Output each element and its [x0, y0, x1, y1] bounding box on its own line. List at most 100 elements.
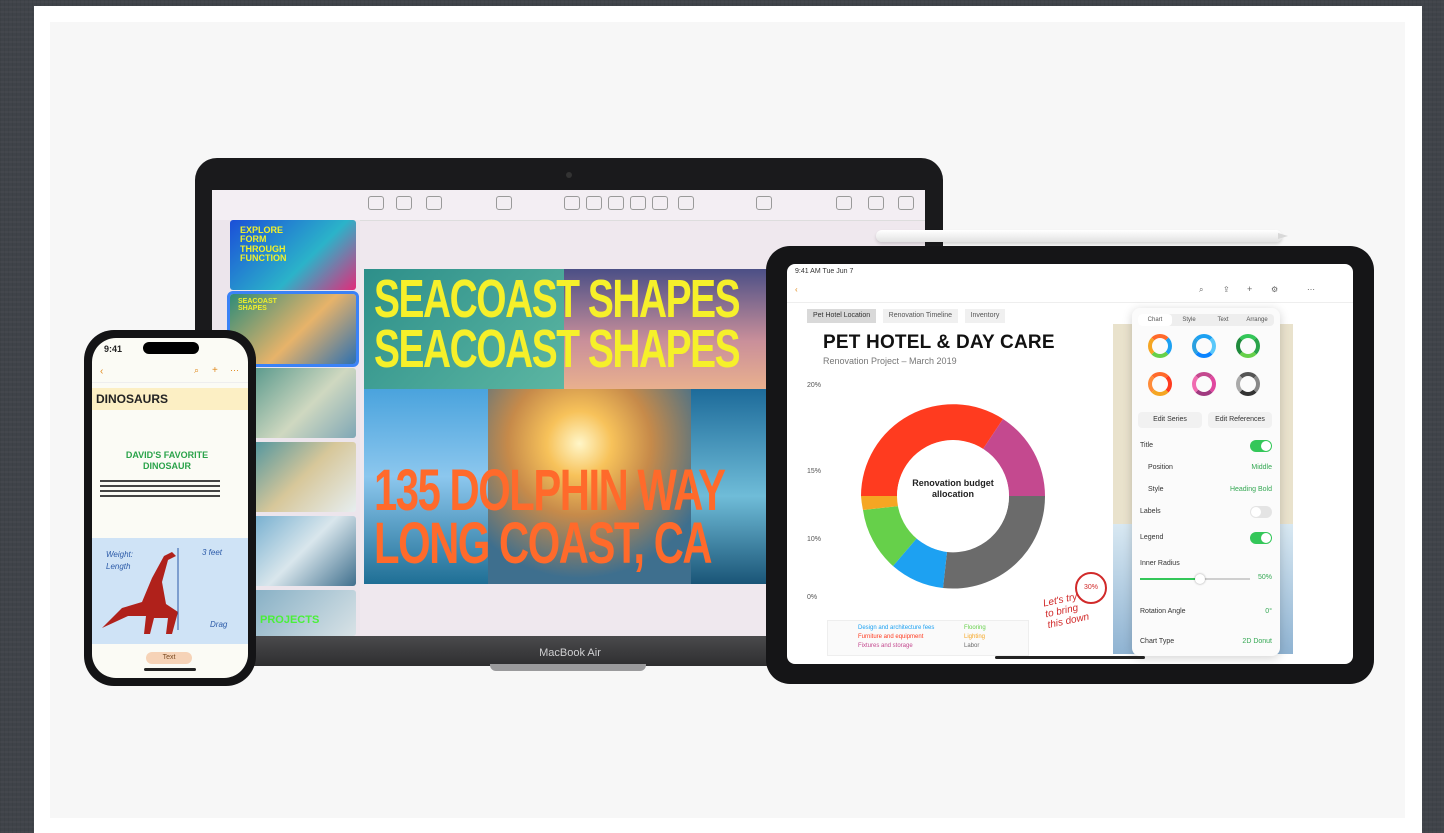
body-text-lines [100, 480, 220, 482]
sheet-subtitle: Renovation Project – March 2019 [823, 356, 957, 366]
chart-style-swatch[interactable] [1192, 372, 1216, 396]
numbers-toolbar: ‹ ⌕ ⇪ + ⚙ ⋯ [787, 280, 1353, 303]
view-icon[interactable] [368, 196, 384, 210]
add-slide-icon[interactable] [426, 196, 442, 210]
legend-toggle[interactable] [1250, 532, 1272, 544]
inner-radius-label: Inner Radius [1140, 560, 1180, 567]
rotation-angle-value[interactable]: 0° [1265, 608, 1272, 615]
hand-note: Length [106, 562, 131, 571]
text-icon[interactable] [608, 196, 624, 210]
chart-style-swatch[interactable] [1192, 334, 1216, 358]
search-icon[interactable]: ⌕ [194, 365, 199, 376]
slider-thumb[interactable] [1195, 574, 1205, 584]
donut-center-label: Renovation budget allocation [912, 478, 994, 499]
illustration-panel: Weight: 3 feet Drag Length [92, 538, 248, 644]
tab-chart[interactable]: Chart [1138, 314, 1172, 326]
y-tick-label: 20% [807, 382, 822, 389]
thumbnail-text: SEACOAST SHAPES [238, 298, 277, 313]
chart-style-swatch[interactable] [1148, 372, 1172, 396]
slide-headline-bottom: 135 DOLPHIN WAY LONG COAST, CA [374, 458, 726, 577]
text-format-pill[interactable]: Text [146, 652, 192, 664]
inner-radius-slider[interactable] [1140, 574, 1250, 584]
legend-item: Design and architecture fees [858, 625, 935, 631]
legend-item: Labor [964, 643, 980, 649]
hand-note: Drag [210, 620, 228, 629]
handwritten-note: Let's try to bring this down [1042, 591, 1091, 632]
labels-row-label: Labels [1140, 508, 1161, 515]
format-icon[interactable] [836, 196, 852, 210]
tab-style[interactable]: Style [1172, 314, 1206, 326]
format-inspector: Chart Style Text Arrange Edit Series Edi… [1132, 308, 1280, 656]
slide-thumbnail[interactable]: EXPLORE FORM THROUGH FUNCTION [230, 220, 356, 290]
chart-style-swatch[interactable] [1236, 372, 1260, 396]
thumbnail-text: EXPLORE FORM THROUGH FUNCTION [240, 225, 287, 264]
sheet-title: PET HOTEL & DAY CARE [823, 332, 1055, 353]
more-icon[interactable]: ⋯ [1307, 285, 1315, 294]
position-row-label: Position [1148, 464, 1173, 471]
keynote-toolbar [212, 190, 925, 221]
status-time: 9:41 [104, 344, 123, 354]
slide-headline-top: SEACOAST SHAPES SEACOAST SHAPES [374, 269, 741, 379]
macbook-notch [490, 664, 646, 671]
title-toggle[interactable] [1250, 440, 1272, 452]
tab-arrange[interactable]: Arrange [1240, 314, 1274, 326]
home-indicator [144, 668, 196, 671]
tab-pet-hotel-location[interactable]: Pet Hotel Location [807, 309, 877, 323]
document-title: DINOSAURS [96, 392, 169, 406]
tab-text[interactable]: Text [1206, 314, 1240, 326]
thumbnail-text: PROJECTS [260, 614, 320, 626]
table-icon[interactable] [564, 196, 580, 210]
slide-canvas[interactable]: SEACOAST SHAPES SEACOAST SHAPES 135 DOLP… [364, 269, 767, 584]
legend-item: Lighting [964, 634, 986, 640]
y-tick-label: 15% [807, 468, 822, 475]
title-row-label: Title [1140, 442, 1153, 449]
sheet-tabs: Pet Hotel Location Renovation Timeline I… [807, 304, 1067, 323]
rotation-angle-label: Rotation Angle [1140, 608, 1186, 615]
collaborate-icon[interactable] [756, 196, 772, 210]
tab-renovation-timeline[interactable]: Renovation Timeline [882, 309, 959, 323]
chart-type-value[interactable]: 2D Donut [1242, 638, 1272, 645]
comment-icon[interactable] [678, 196, 694, 210]
pencil-tip [1278, 233, 1288, 239]
legend-item: Flooring [964, 625, 986, 631]
media-icon[interactable] [652, 196, 668, 210]
tab-inventory[interactable]: Inventory [964, 309, 1006, 323]
play-icon[interactable] [496, 196, 512, 210]
inner-radius-value: 50% [1257, 574, 1272, 581]
legend-item: Fixtures and storage [858, 643, 913, 649]
edit-series-button[interactable]: Edit Series [1138, 412, 1202, 428]
y-tick-label: 0% [807, 594, 818, 601]
edit-references-button[interactable]: Edit References [1208, 412, 1272, 428]
legend-item: Furniture and equipment [858, 634, 924, 640]
camera-icon [566, 172, 572, 178]
green-heading: DAVID'S FAVORITE DINOSAUR [125, 450, 209, 471]
add-icon[interactable]: + [212, 365, 218, 376]
style-value[interactable]: Heading Bold [1230, 486, 1272, 493]
share-icon[interactable]: ⇪ [1223, 285, 1230, 294]
legend-row-label: Legend [1140, 534, 1164, 541]
animate-icon[interactable] [868, 196, 884, 210]
hand-note: 3 feet [202, 548, 223, 557]
chart-style-swatch[interactable] [1148, 334, 1172, 358]
back-icon[interactable]: ‹ [100, 366, 103, 377]
macbook-label: MacBook Air [539, 647, 601, 659]
more-icon[interactable]: ⋯ [230, 365, 239, 376]
shape-icon[interactable] [630, 196, 646, 210]
add-icon[interactable]: + [1247, 284, 1252, 294]
document-icon[interactable] [898, 196, 914, 210]
apple-pencil [876, 230, 1282, 242]
status-bar: 9:41 AM Tue Jun 7 [795, 268, 854, 275]
chart-legend: Design and architecture fees Furniture a… [827, 620, 1029, 656]
chart-icon[interactable] [586, 196, 602, 210]
zoom-icon[interactable] [396, 196, 412, 210]
chart-type-label: Chart Type [1140, 638, 1175, 645]
hand-note: Weight: [106, 550, 133, 559]
position-value[interactable]: Middle [1251, 464, 1272, 471]
chart-style-swatch[interactable] [1236, 334, 1260, 358]
format-icon[interactable]: ⚙ [1271, 285, 1278, 294]
home-indicator [995, 656, 1145, 659]
style-row-label: Style [1148, 486, 1164, 493]
back-icon[interactable]: ‹ [795, 285, 798, 294]
labels-toggle[interactable] [1250, 506, 1272, 518]
search-icon[interactable]: ⌕ [1199, 285, 1203, 295]
